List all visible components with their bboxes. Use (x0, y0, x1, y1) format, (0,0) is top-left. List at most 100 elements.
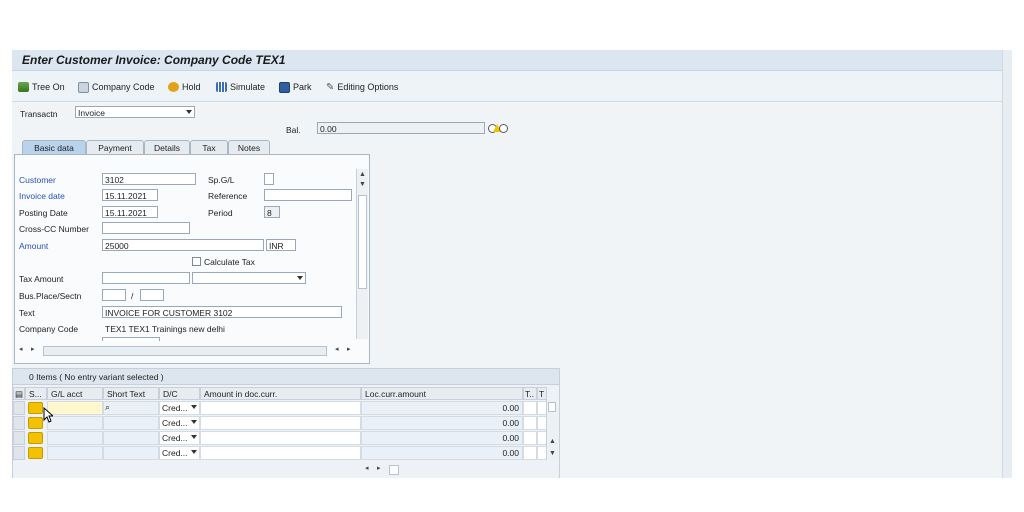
short-text-cell[interactable] (103, 416, 159, 430)
text-input[interactable]: INVOICE FOR CUSTOMER 3102 (102, 306, 342, 318)
col-status[interactable]: S... (25, 387, 47, 400)
window-vertical-scrollbar[interactable] (1002, 50, 1012, 478)
window-title: Enter Customer Invoice: Company Code TEX… (22, 53, 286, 67)
panel-horizontal-scrollbar[interactable]: ◂ ▸ ◂ ▸ (17, 345, 357, 356)
bus-place-input[interactable] (102, 289, 126, 301)
status-indicator (28, 447, 43, 459)
row-selector[interactable] (13, 446, 25, 460)
period-label: Period (208, 208, 233, 218)
t1-cell[interactable] (523, 431, 537, 445)
tab-notes[interactable]: Notes (228, 140, 270, 155)
dc-select[interactable]: Cred... (159, 416, 200, 430)
tab-basic-data[interactable]: Basic data (22, 140, 86, 155)
gl-acct-cell[interactable] (47, 431, 103, 445)
col-loc-amount[interactable]: Loc.curr.amount (361, 387, 523, 400)
transaction-label: Transactn (20, 109, 58, 119)
park-button[interactable]: Park (279, 80, 312, 94)
company-code-icon (78, 81, 89, 93)
scroll-left-icon[interactable]: ◂ (365, 464, 369, 472)
tab-details[interactable]: Details (144, 140, 190, 155)
scroll-thumb[interactable] (358, 195, 367, 289)
reference-input[interactable] (264, 189, 352, 201)
row-selector[interactable] (13, 431, 25, 445)
dc-select[interactable]: Cred... (159, 446, 200, 460)
amount-doc-cell[interactable] (200, 416, 361, 430)
calculate-tax-checkbox[interactable] (192, 257, 201, 266)
grid-hscroll-thumb[interactable] (389, 465, 399, 475)
scroll-left-icon[interactable]: ◂ (19, 345, 23, 353)
editing-options-label: Editing Options (337, 82, 399, 92)
scroll-left-icon[interactable]: ◂ (335, 345, 339, 353)
grid-horizontal-scrollbar[interactable]: ◂ ▸ (365, 464, 425, 475)
t1-cell[interactable] (523, 401, 537, 415)
panel-vertical-scrollbar[interactable]: ▲ ▼ (356, 169, 368, 339)
cross-cc-input[interactable] (102, 222, 190, 234)
row-selector[interactable] (13, 401, 25, 415)
scroll-down-icon[interactable]: ▼ (549, 450, 556, 457)
tab-payment[interactable]: Payment (86, 140, 144, 155)
simulate-button[interactable]: Simulate (216, 80, 265, 94)
grid-settings-icon[interactable]: ▤ (13, 387, 25, 400)
scroll-right-icon[interactable]: ▸ (31, 345, 35, 353)
search-help-icon[interactable]: ⌕ (105, 402, 110, 414)
posting-date-input[interactable]: 15.11.2021 (102, 206, 158, 218)
short-text-cell[interactable] (103, 431, 159, 445)
spgl-input[interactable] (264, 173, 274, 185)
bus-place-separator: / (131, 291, 134, 301)
tab-tax[interactable]: Tax (190, 140, 228, 155)
loc-amount-cell: 0.00 (361, 401, 523, 415)
amount-doc-cell[interactable] (200, 431, 361, 445)
currency-input[interactable]: INR (266, 239, 296, 251)
customer-input[interactable]: 3102 (102, 173, 196, 185)
grid-scroll-thumb[interactable] (548, 402, 556, 412)
amount-doc-cell[interactable] (200, 446, 361, 460)
tree-on-button[interactable]: Tree On (18, 80, 65, 94)
tax-amount-input[interactable] (102, 272, 190, 284)
editing-options-button[interactable]: ✎ Editing Options (326, 80, 398, 94)
row-selector[interactable] (13, 416, 25, 430)
period-field: 8 (264, 206, 280, 218)
section-input[interactable] (140, 289, 164, 301)
tax-code-select[interactable] (192, 272, 306, 284)
text-label: Text (19, 308, 35, 318)
cross-cc-label: Cross-CC Number (19, 224, 89, 234)
scroll-down-icon[interactable]: ▼ (359, 181, 366, 188)
dc-select[interactable]: Cred... (159, 401, 200, 415)
chevron-down-icon (191, 420, 197, 424)
t1-cell[interactable] (523, 416, 537, 430)
balance-field: 0.00 (317, 122, 485, 134)
transaction-select[interactable]: Invoice (75, 106, 195, 118)
col-short-text[interactable]: Short Text (103, 387, 159, 400)
col-gl-acct[interactable]: G/L acct (47, 387, 103, 400)
short-text-cell[interactable]: ⌕ (103, 401, 159, 415)
scroll-up-icon[interactable]: ▲ (549, 438, 556, 445)
hold-button[interactable]: Hold (168, 80, 201, 94)
t1-cell[interactable] (523, 446, 537, 460)
loc-amount-cell: 0.00 (361, 416, 523, 430)
reference-label: Reference (208, 191, 248, 201)
scroll-right-icon[interactable]: ▸ (347, 345, 351, 353)
gl-acct-cell[interactable] (47, 401, 103, 415)
col-t2[interactable]: T (537, 387, 547, 400)
col-t1[interactable]: T.. (523, 387, 537, 400)
application-toolbar: Tree On Company Code Hold Simulate Park … (12, 71, 1012, 102)
col-dc[interactable]: D/C (159, 387, 200, 400)
scroll-right-icon[interactable]: ▸ (377, 464, 381, 472)
col-amount-doc[interactable]: Amount in doc.curr. (200, 387, 361, 400)
scroll-up-icon[interactable]: ▲ (359, 171, 366, 178)
items-title-bar: 0 Items ( No entry variant selected ) (13, 369, 559, 385)
gl-acct-cell[interactable] (47, 416, 103, 430)
company-code-button[interactable]: Company Code (78, 80, 155, 94)
amount-doc-cell[interactable] (200, 401, 361, 415)
amount-input[interactable]: 25000 (102, 239, 264, 251)
loc-amount-cell: 0.00 (361, 446, 523, 460)
dc-select[interactable]: Cred... (159, 431, 200, 445)
hscroll-thumb[interactable] (43, 346, 327, 356)
status-indicator (28, 432, 43, 444)
short-text-cell[interactable] (103, 446, 159, 460)
gl-acct-cell[interactable] (47, 446, 103, 460)
items-table: 0 Items ( No entry variant selected ) ▤ … (12, 368, 560, 478)
grid-vertical-scrollbar[interactable]: ▲ ▼ (546, 400, 558, 460)
tax-amount-label: Tax Amount (19, 274, 64, 284)
invoice-date-input[interactable]: 15.11.2021 (102, 189, 158, 201)
